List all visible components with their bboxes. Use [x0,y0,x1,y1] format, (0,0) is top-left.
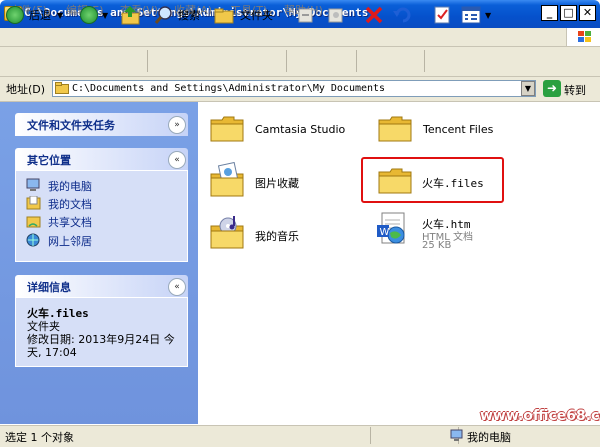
properties-icon [434,6,450,24]
chevron-down-icon[interactable]: » [168,116,186,134]
go-button-label[interactable]: 转到 [564,82,586,98]
go-arrow-icon[interactable]: ➜ [543,80,561,97]
search-button[interactable]: 搜索 [154,4,200,26]
folders-button[interactable]: 文件夹 [214,4,273,26]
folder-icon[interactable] [210,114,244,145]
my-documents-icon [26,195,41,213]
tasks-panel-title: 文件和文件夹任务 [27,119,115,132]
status-divider [370,427,371,444]
forward-arrow-icon [80,6,98,24]
copy-to-button[interactable] [326,4,346,26]
address-value: C:\Documents and Settings\Administrator\… [72,83,386,94]
file-name[interactable]: 图片收藏 [255,175,299,191]
status-location-text: 我的电脑 [467,431,511,444]
toolbar-separator [286,50,287,72]
forward-button[interactable]: ▼ [80,4,108,26]
status-selection-text: 选定 1 个对象 [5,431,74,444]
details-item-modified: 修改日期: 2013年9月24日 今天, 17:04 [27,333,175,359]
chevron-up-icon[interactable]: « [168,278,186,296]
file-name[interactable]: 火车.files [422,175,484,191]
move-to-button[interactable] [296,4,316,26]
undo-icon [393,7,411,23]
place-link-network-places[interactable]: 网上邻居 [48,233,92,249]
search-label: 搜索 [178,9,200,22]
dropdown-arrow-icon: ▼ [102,10,109,20]
views-icon [461,6,481,24]
back-arrow-icon [6,6,24,24]
copy-to-icon [328,8,343,23]
toolbar-separator [147,50,148,72]
search-icon [154,6,172,24]
chevron-up-icon[interactable]: « [168,151,186,169]
up-folder-button[interactable] [120,4,142,26]
up-folder-icon [121,6,140,25]
folder-icon [55,82,69,97]
close-button[interactable]: ✕ [579,5,596,21]
delete-x-icon [365,6,383,24]
my-computer-icon [450,429,464,445]
file-name[interactable]: Camtasia Studio [255,123,345,136]
my-computer-icon [26,178,41,195]
views-button[interactable]: ▼ [460,4,491,26]
dropdown-arrow-icon: ▼ [57,10,64,20]
folders-icon [214,8,234,24]
watermark: www.office68.com [480,408,600,424]
dropdown-arrow-icon: ▼ [485,10,492,20]
place-link-shared-documents[interactable]: 共享文档 [48,214,92,230]
html-document-icon[interactable]: W [376,211,412,252]
details-panel-title: 详细信息 [27,281,71,294]
toolbar-separator [356,50,357,72]
place-link-my-computer[interactable]: 我的电脑 [48,178,92,194]
svg-text:W: W [380,227,390,238]
shared-documents-icon [26,214,41,231]
place-link-my-documents[interactable]: 我的文档 [48,196,92,212]
network-places-icon [26,233,41,250]
back-label: 后退 [29,9,51,22]
address-dropdown-button[interactable]: ▼ [521,81,535,96]
toolbar [0,47,600,77]
music-folder-icon[interactable] [210,214,246,253]
menu-bar [0,28,600,47]
folder-icon[interactable] [378,166,412,197]
details-item-type: 文件夹 [27,320,60,333]
windows-logo-icon [566,28,600,46]
minimize-button[interactable]: _ [541,5,558,21]
maximize-button[interactable]: □ [560,5,577,21]
file-size: 25 KB [422,240,452,251]
pictures-folder-icon[interactable] [210,161,246,201]
back-button[interactable]: 后退 ▼ [6,4,63,26]
delete-button[interactable] [364,4,384,26]
address-label: 地址(D) [6,83,46,96]
toolbar-separator [424,50,425,72]
folders-label: 文件夹 [240,9,273,22]
places-panel-title: 其它位置 [27,154,71,167]
folder-icon[interactable] [378,114,412,145]
file-name[interactable]: 我的音乐 [255,228,299,244]
file-list [198,102,600,424]
file-name[interactable]: Tencent Files [423,123,493,136]
undo-button[interactable] [392,4,414,26]
move-to-icon [298,8,313,23]
properties-button[interactable] [432,4,452,26]
